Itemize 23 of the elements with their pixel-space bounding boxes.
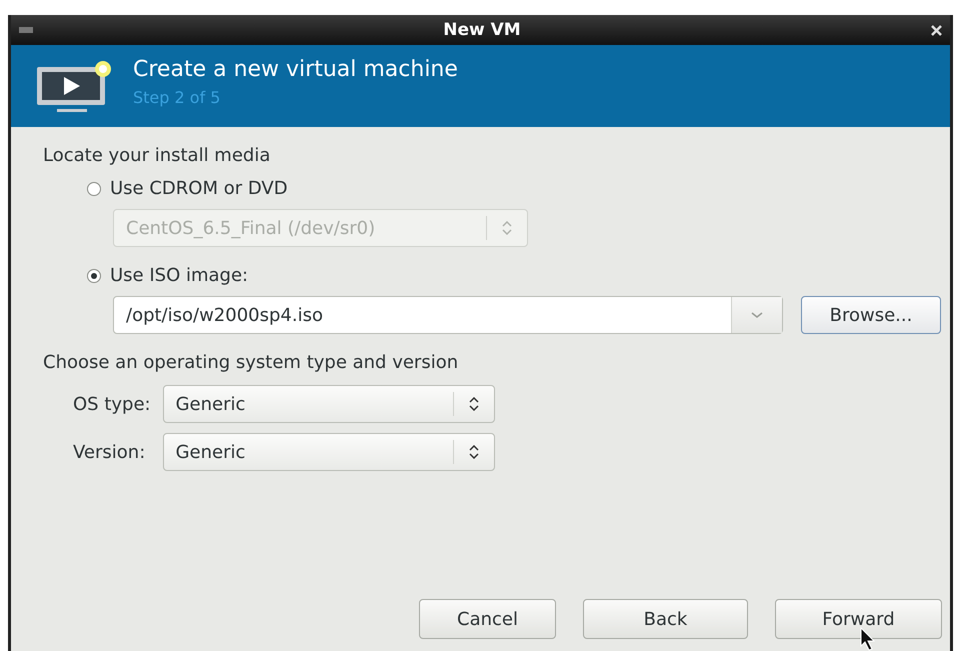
mouse-pointer-icon — [860, 627, 876, 651]
app-icon — [19, 27, 33, 33]
dropdown[interactable]: Generic — [162, 385, 495, 423]
section-heading: Locate your install media — [43, 145, 272, 166]
field-label: OS type: — [73, 394, 151, 414]
radio-button[interactable] — [87, 268, 101, 282]
path-field[interactable]: /opt/iso/w2000sp4.iso — [113, 296, 783, 334]
chevron-down-icon — [751, 311, 763, 319]
field-label: Version: — [73, 442, 146, 462]
browse-button[interactable]: Browse... — [801, 296, 941, 334]
radio-label[interactable]: Use ISO image: — [110, 265, 248, 286]
step-indicator: Step 2 of 5 — [133, 88, 222, 107]
header-title: Create a new virtual machine — [133, 57, 458, 82]
close-icon[interactable] — [931, 24, 942, 36]
dialog-button[interactable]: Cancel — [419, 599, 556, 639]
up-down-chevron-icon — [468, 445, 480, 459]
up-down-chevron-icon — [468, 397, 480, 411]
window-title: New VM — [443, 20, 521, 40]
up-down-chevron-icon — [501, 221, 513, 235]
dialog-button[interactable]: Forward — [775, 599, 942, 639]
dialog-button[interactable]: Back — [583, 599, 748, 639]
section-heading: Choose an operating system type and version — [43, 352, 460, 373]
dropdown[interactable]: Generic — [162, 433, 495, 471]
